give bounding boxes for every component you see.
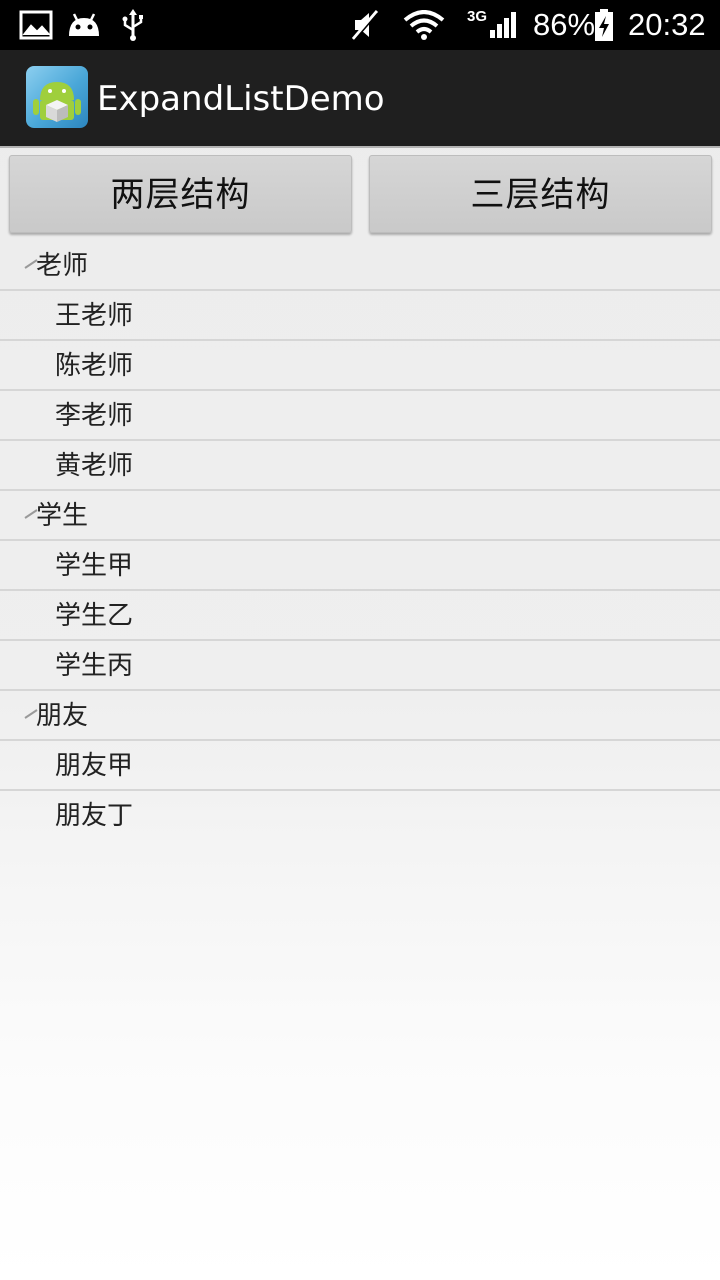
list-item[interactable]: 学生甲 xyxy=(0,541,720,591)
app-title: ExpandListDemo xyxy=(97,79,385,119)
clock: 20:32 xyxy=(628,7,706,42)
list-item[interactable]: 陈老师 xyxy=(0,341,720,391)
list-item[interactable]: 学生乙 xyxy=(0,591,720,641)
group-label: 学生 xyxy=(36,501,89,531)
list-item[interactable]: 朋友丁 xyxy=(0,791,720,839)
list-item[interactable]: 黄老师 xyxy=(0,441,720,491)
expandable-list: 老师 王老师 陈老师 李老师 黄老师 学生 学生甲 学生乙 学生丙 朋友 朋友甲… xyxy=(0,241,720,839)
group-header-teachers[interactable]: 老师 xyxy=(0,241,720,291)
child-label: 学生乙 xyxy=(55,601,134,631)
child-label: 黄老师 xyxy=(55,451,134,481)
group-label: 朋友 xyxy=(36,701,89,731)
status-bar: 3G 86% 20:32 xyxy=(0,0,720,50)
action-bar: ExpandListDemo xyxy=(0,50,720,148)
usb-icon xyxy=(118,0,148,50)
three-level-button[interactable]: 三层结构 xyxy=(369,155,712,233)
list-item[interactable]: 王老师 xyxy=(0,291,720,341)
child-label: 学生甲 xyxy=(55,551,134,581)
group-header-students[interactable]: 学生 xyxy=(0,491,720,541)
group-header-friends[interactable]: 朋友 xyxy=(0,691,720,741)
child-label: 朋友甲 xyxy=(55,751,134,781)
wifi-icon xyxy=(402,0,446,50)
list-item[interactable]: 学生丙 xyxy=(0,641,720,691)
mute-icon xyxy=(348,0,382,50)
list-item[interactable]: 朋友甲 xyxy=(0,741,720,791)
child-label: 李老师 xyxy=(55,401,134,431)
list-item[interactable]: 李老师 xyxy=(0,391,720,441)
child-label: 学生丙 xyxy=(55,651,134,681)
android-icon xyxy=(64,0,104,50)
signal-3g-icon xyxy=(486,0,520,50)
battery-charging-icon xyxy=(592,0,616,50)
group-label: 老师 xyxy=(36,251,89,281)
child-label: 朋友丁 xyxy=(55,801,134,831)
child-label: 王老师 xyxy=(55,301,134,331)
android-cube-icon xyxy=(26,66,88,128)
child-label: 陈老师 xyxy=(55,351,134,381)
signal-3g-label: 3G xyxy=(467,8,488,25)
battery-percent: 86% xyxy=(533,7,596,42)
image-icon xyxy=(18,0,54,50)
two-level-button[interactable]: 两层结构 xyxy=(9,155,352,233)
